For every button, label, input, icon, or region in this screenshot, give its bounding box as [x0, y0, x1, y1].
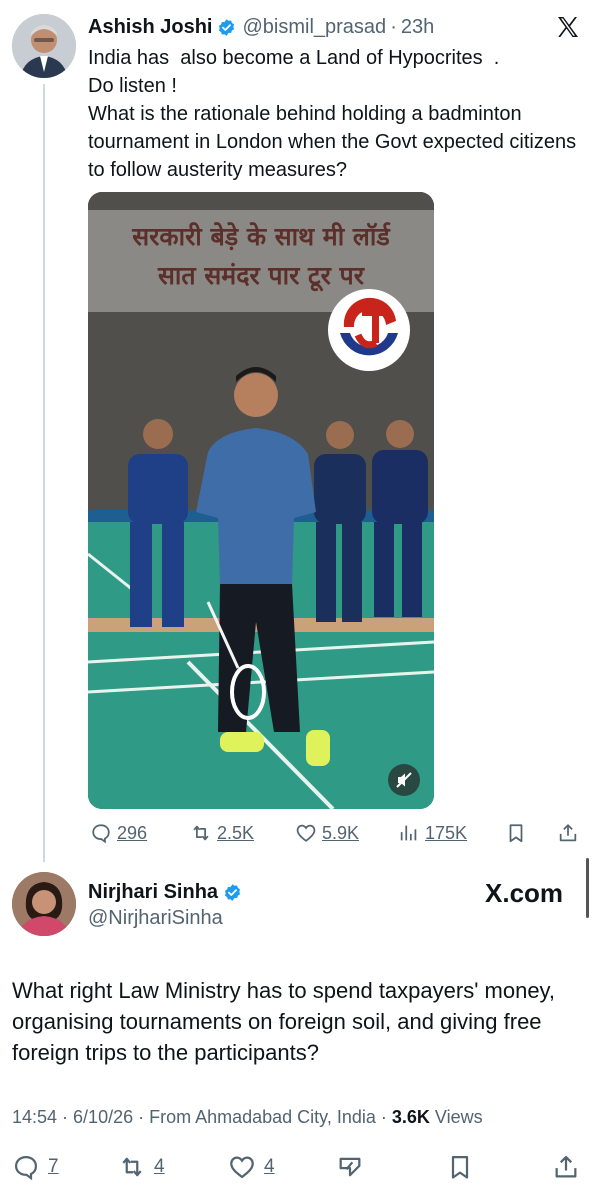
reply-button[interactable]: 7: [12, 1149, 59, 1185]
tweet2-text: What right Law Ministry has to spend tax…: [12, 978, 556, 1065]
grok-icon: [339, 1157, 361, 1177]
court-lines: [88, 367, 434, 809]
bookmark-icon: [451, 1155, 469, 1179]
tweet2-name-row: Nirjhari Sinha: [88, 879, 248, 905]
reply-count: 296: [117, 822, 148, 843]
scrollbar[interactable]: [586, 858, 589, 918]
tweet2-action-bar: 7 4 4: [0, 1149, 595, 1185]
tweet1-action-bar: 296 2.5K 5.9K 175K: [88, 818, 588, 848]
repost-icon: [122, 1157, 142, 1177]
verified-badge-icon: [225, 883, 241, 901]
x-logo-icon[interactable]: [556, 15, 580, 39]
bookmark-button[interactable]: [505, 818, 527, 848]
bookmark-button[interactable]: [446, 1149, 474, 1185]
repost-button[interactable]: 4: [118, 1149, 165, 1185]
tweet1-header: Ashish Joshi @bismil_prasad · 23h: [88, 14, 434, 40]
separator-dot: ·: [390, 15, 397, 38]
mute-button[interactable]: [388, 764, 420, 796]
share-icon: [555, 1155, 577, 1178]
author-name[interactable]: Ashish Joshi: [88, 16, 212, 39]
tweet1-line-1: India has also become a Land of Hypocrit…: [88, 47, 500, 69]
timestamp-location[interactable]: 14:54 · 6/10/26 · From Ahmadabad City, I…: [12, 1107, 392, 1127]
xcom-watermark: X.com: [485, 878, 564, 908]
tweet1-line-2: Do listen !: [88, 75, 177, 97]
share-button[interactable]: [552, 1149, 580, 1185]
tweet1-text: India has also become a Land of Hypocrit…: [88, 44, 578, 184]
like-icon: [296, 824, 316, 842]
repost-icon: [193, 825, 209, 841]
author-handle[interactable]: @bismil_prasad: [242, 16, 386, 39]
share-button[interactable]: [557, 818, 579, 848]
author-handle[interactable]: @NirjhariSinha: [88, 907, 223, 930]
repost-count: 4: [154, 1156, 165, 1177]
like-button[interactable]: 4: [228, 1149, 275, 1185]
reply-icon: [92, 824, 110, 844]
like-button[interactable]: 5.9K: [295, 818, 359, 848]
grok-button[interactable]: [336, 1149, 364, 1185]
thread-connector-line: [43, 84, 45, 862]
tweet2-meta: 14:54 · 6/10/26 · From Ahmadabad City, I…: [12, 1107, 483, 1128]
repost-count: 2.5K: [217, 822, 255, 843]
like-count: 4: [264, 1156, 275, 1177]
reply-count: 7: [48, 1156, 59, 1177]
author-name[interactable]: Nirjhari Sinha: [88, 881, 218, 904]
repost-button[interactable]: 2.5K: [190, 818, 254, 848]
like-icon: [230, 1156, 254, 1179]
tweet-time[interactable]: 23h: [401, 16, 434, 39]
views-button[interactable]: 175K: [398, 818, 467, 848]
verified-badge-icon: [219, 18, 235, 36]
like-count: 5.9K: [322, 822, 360, 843]
views-total: 3.6K: [391, 1107, 430, 1127]
mute-icon: [396, 772, 412, 788]
views-icon: [400, 825, 417, 841]
views-count: 175K: [425, 822, 468, 843]
tweet1-line-3: What is the rationale behind holding a b…: [88, 103, 582, 181]
reply-button[interactable]: 296: [90, 818, 147, 848]
tweet1-video[interactable]: सरकारी बेड़े के साथ मी लॉर्ड सात समंदर प…: [88, 192, 434, 809]
share-icon: [559, 824, 577, 842]
views-label: Views: [429, 1107, 483, 1127]
bookmark-icon: [509, 824, 523, 843]
avatar-nirjhari-sinha[interactable]: [12, 872, 76, 936]
avatar-ashish-joshi[interactable]: [12, 14, 76, 78]
reply-icon: [14, 1155, 38, 1181]
